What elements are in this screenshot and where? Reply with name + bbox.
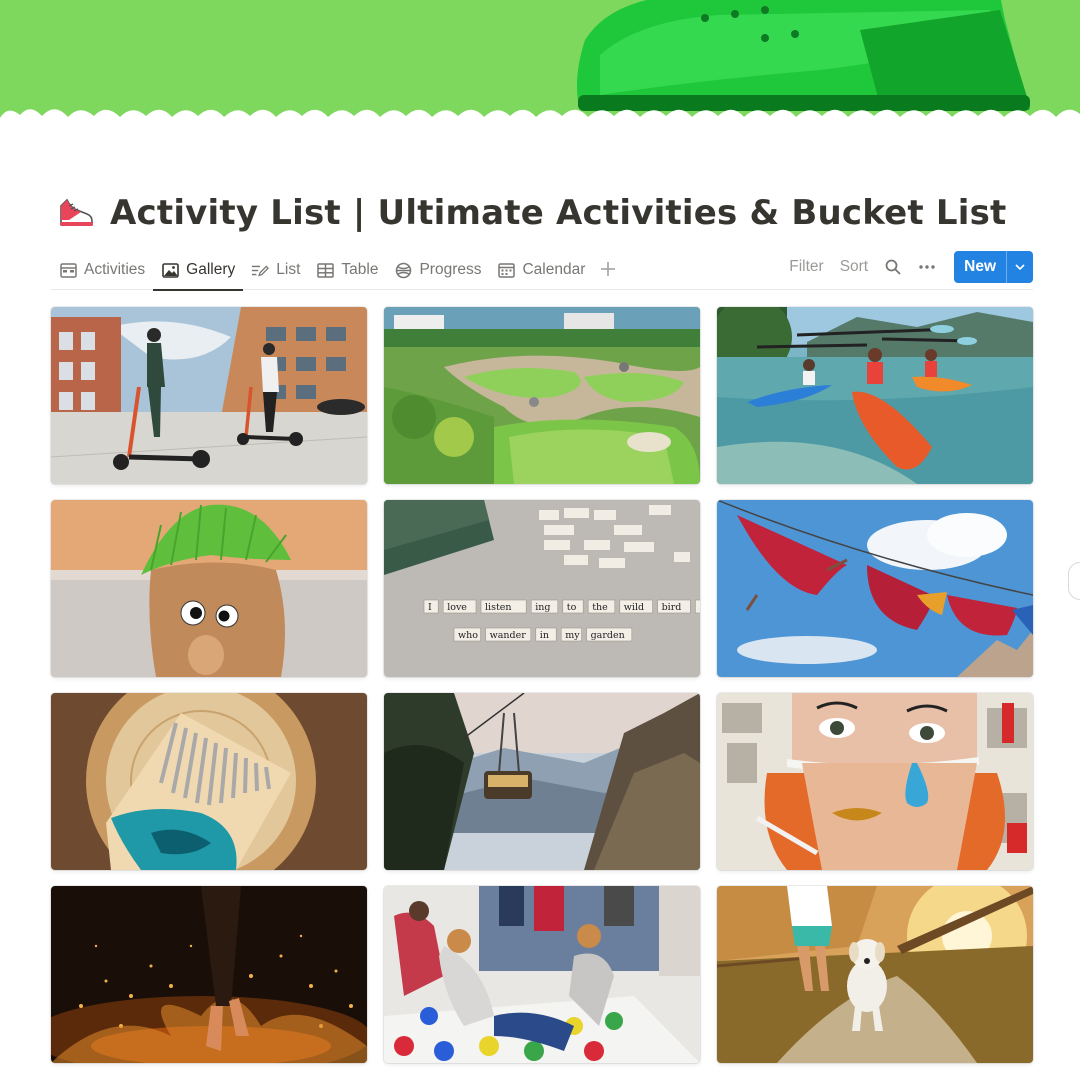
cable-car-mountains-photo	[384, 693, 700, 870]
tab-calendar[interactable]: Calendar	[489, 250, 593, 290]
page-header: Activity List | Ultimate Activities & Bu…	[56, 190, 1007, 236]
table-icon	[316, 261, 334, 279]
database-view-bar: Activities Gallery List Table Progress C…	[51, 250, 1033, 291]
shoe-illustration	[577, 0, 1030, 111]
plus-icon	[601, 259, 616, 282]
new-button[interactable]: New	[954, 251, 1006, 283]
view-tabs: Activities Gallery List Table Progress C…	[51, 250, 623, 291]
poetry-word: love	[447, 602, 467, 613]
chevron-down-icon[interactable]	[1006, 251, 1033, 283]
tab-label: Gallery	[186, 261, 236, 278]
list-edit-icon	[251, 261, 270, 279]
tab-label: Activities	[84, 261, 146, 278]
tab-label: Progress	[419, 261, 482, 278]
sneaker-icon[interactable]	[56, 193, 96, 233]
walking-dog-sunset-photo	[717, 886, 1033, 1063]
progress-icon	[394, 261, 412, 279]
search-icon[interactable]	[878, 252, 908, 282]
view-actions: Filter Sort New	[783, 250, 1033, 284]
gallery-card[interactable]	[717, 307, 1033, 484]
kayaking-lake-photo	[717, 307, 1033, 484]
gallery-grid: Ilove listen ing to the wild bird s who wander in m…	[51, 307, 1033, 1063]
gallery-card[interactable]	[384, 307, 700, 484]
twister-game-photo	[384, 886, 700, 1063]
poetry-word: ing	[535, 602, 550, 613]
kalimba-instrument-photo	[51, 693, 367, 870]
side-peek-handle[interactable]	[1068, 562, 1080, 600]
poetry-word: the	[592, 602, 608, 613]
gallery-card[interactable]	[51, 500, 367, 677]
fire-walking-sparks-photo	[51, 886, 367, 1063]
tab-progress[interactable]: Progress	[386, 250, 489, 290]
poetry-word: who	[458, 630, 478, 641]
page-title: Activity List | Ultimate Activities & Bu…	[110, 193, 1007, 233]
board-icon	[59, 261, 77, 279]
gallery-card[interactable]	[51, 693, 367, 870]
poetry-word: wander	[490, 630, 527, 641]
gallery-card[interactable]: Ilove listen ing to the wild bird s who wander in m…	[384, 500, 700, 677]
mini-golf-course-photo	[384, 307, 700, 484]
filter-button[interactable]: Filter	[783, 258, 829, 276]
gallery-card[interactable]	[384, 693, 700, 870]
gallery-card[interactable]	[384, 886, 700, 1063]
grass-head-doll-photo	[51, 500, 367, 677]
poetry-word: listen	[485, 602, 512, 613]
more-options-icon[interactable]	[912, 252, 942, 282]
image-icon	[161, 261, 179, 279]
collage-art-photo	[717, 693, 1033, 870]
poetry-word: bird	[662, 602, 682, 613]
gallery-card[interactable]	[717, 693, 1033, 870]
magnetic-poetry-photo: Ilove listen ing to the wild bird s who wander in m…	[384, 500, 700, 677]
tab-list[interactable]: List	[243, 250, 308, 290]
tab-label: List	[276, 261, 301, 278]
page-cover	[0, 0, 1080, 135]
poetry-word: in	[540, 630, 549, 641]
calendar-icon	[497, 261, 515, 279]
gallery-card[interactable]	[717, 886, 1033, 1063]
add-view-button[interactable]	[593, 250, 623, 290]
tab-label: Table	[341, 261, 379, 278]
tab-label: Calendar	[522, 261, 586, 278]
gallery-card[interactable]	[51, 307, 367, 484]
poetry-word: I	[428, 602, 432, 613]
tab-gallery[interactable]: Gallery	[153, 250, 244, 291]
gallery-card[interactable]	[717, 500, 1033, 677]
poetry-word: wild	[624, 602, 644, 613]
sort-button[interactable]: Sort	[834, 258, 874, 276]
gallery-card[interactable]	[51, 886, 367, 1063]
electric-scooters-city-photo	[51, 307, 367, 484]
hammocks-sky-photo	[717, 500, 1033, 677]
poetry-word: my	[565, 630, 580, 641]
poetry-word: s	[699, 602, 700, 613]
poetry-word: garden	[591, 630, 625, 641]
new-button-group: New	[954, 251, 1033, 283]
tab-activities[interactable]: Activities	[51, 250, 153, 290]
tab-table[interactable]: Table	[308, 250, 386, 290]
poetry-word: to	[567, 602, 577, 613]
